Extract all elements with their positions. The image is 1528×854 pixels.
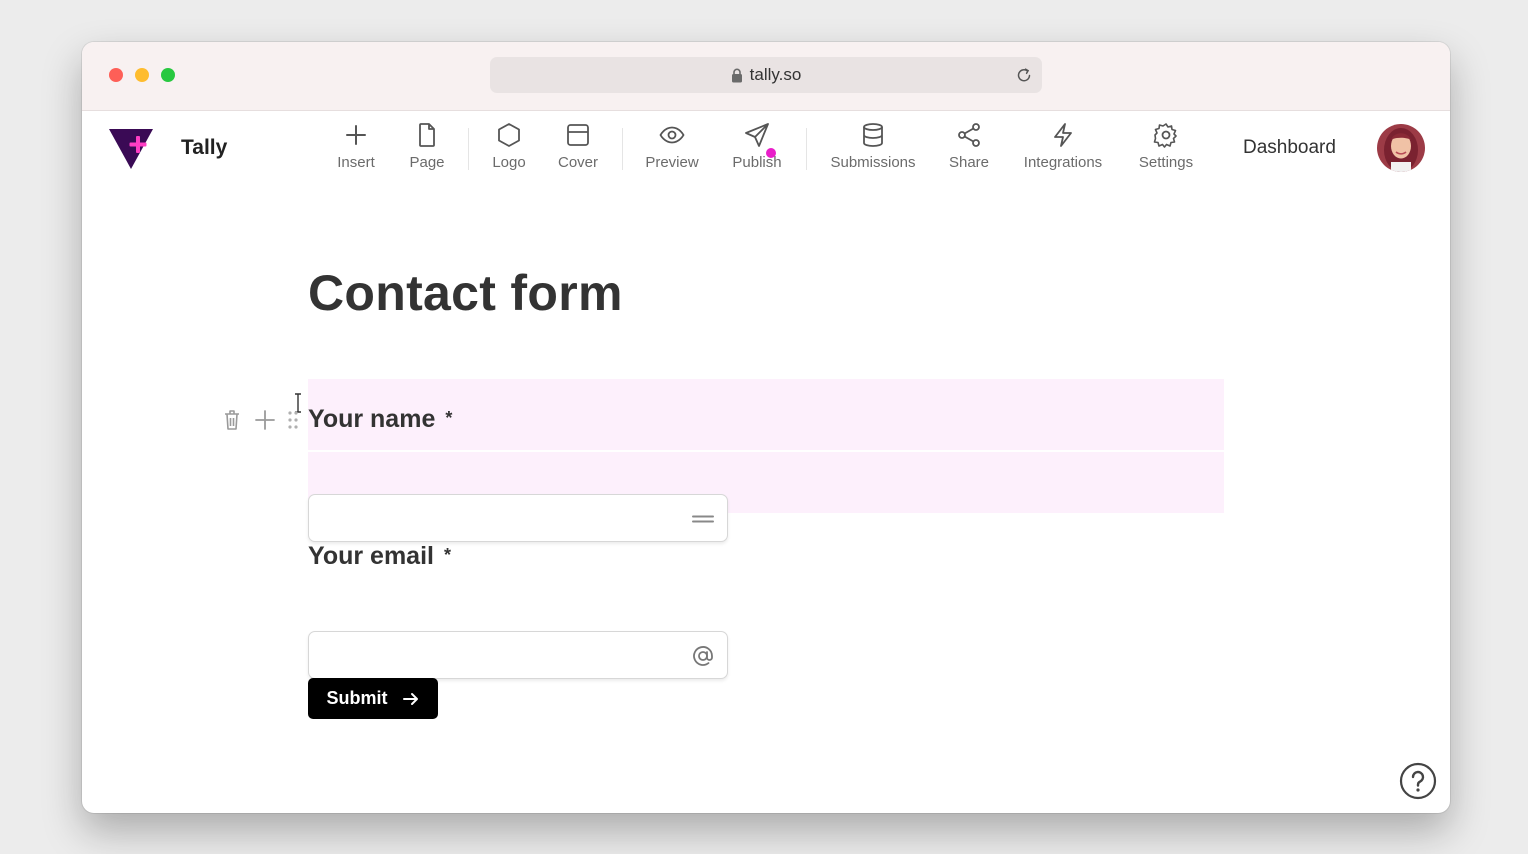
email-input[interactable]	[308, 631, 728, 679]
submissions-label: Submissions	[830, 154, 916, 171]
avatar-image	[1377, 124, 1425, 172]
cover-icon	[567, 124, 589, 146]
gear-icon	[1153, 123, 1177, 148]
cover-label: Cover	[557, 154, 598, 171]
user-avatar[interactable]	[1377, 124, 1425, 172]
url-text: tally.so	[749, 65, 802, 84]
question-label-name[interactable]: Your name *	[308, 405, 452, 434]
name-input[interactable]	[308, 494, 728, 542]
send-icon	[745, 123, 769, 147]
integrations-button[interactable]: Integrations	[1018, 122, 1108, 182]
question-email-text: Your email	[308, 542, 434, 570]
database-icon	[863, 123, 883, 147]
publish-label: Publish	[732, 154, 782, 171]
maximize-window-button[interactable]	[161, 68, 175, 82]
cover-button[interactable]: Cover	[533, 122, 623, 182]
lock-icon	[731, 68, 742, 82]
publish-button[interactable]: Publish	[712, 122, 802, 182]
help-icon[interactable]	[1399, 762, 1437, 800]
page-label: Page	[409, 154, 445, 171]
submit-label: Submit	[326, 688, 388, 708]
at-icon	[693, 646, 713, 666]
browser-titlebar: tally.so	[82, 42, 1450, 111]
share-button[interactable]: Share	[924, 122, 1014, 182]
page-icon	[419, 123, 435, 147]
required-mark: *	[445, 408, 453, 428]
settings-button[interactable]: Settings	[1121, 122, 1211, 182]
drag-handle-icon[interactable]	[286, 406, 300, 434]
settings-label: Settings	[1138, 154, 1194, 171]
toolbar-divider	[622, 128, 623, 170]
editor-toolbar: Tally Insert Page Logo Cover Preview Pub…	[82, 111, 1450, 191]
form-title[interactable]: Contact form	[308, 264, 623, 322]
form-editor: Contact form Your name * Your email * Su…	[82, 192, 1450, 813]
question-label-email[interactable]: Your email *	[308, 542, 451, 571]
eye-icon	[659, 126, 685, 144]
dashboard-link[interactable]: Dashboard	[1243, 137, 1336, 159]
close-window-button[interactable]	[109, 68, 123, 82]
hexagon-icon	[498, 123, 520, 147]
brand-name: Tally	[181, 136, 228, 159]
minimize-window-button[interactable]	[135, 68, 149, 82]
browser-window: tally.so Tally Insert Page Logo Cover Pr…	[82, 42, 1450, 813]
arrow-right-icon	[402, 692, 418, 705]
tally-logo-icon[interactable]	[107, 127, 155, 171]
reload-icon[interactable]	[1015, 66, 1033, 84]
lightning-icon	[1054, 123, 1072, 147]
toolbar-divider	[806, 128, 807, 170]
block-divider	[308, 450, 1224, 452]
preview-button[interactable]: Preview	[627, 122, 717, 182]
required-mark: *	[443, 545, 451, 565]
add-block-icon[interactable]	[253, 406, 277, 434]
question-name-text: Your name	[308, 405, 436, 433]
publish-notification-dot	[766, 148, 776, 158]
integrations-label: Integrations	[1023, 154, 1103, 171]
share-label: Share	[948, 154, 990, 171]
delete-block-icon[interactable]	[222, 406, 242, 434]
preview-label: Preview	[645, 154, 699, 171]
selected-block-highlight	[308, 379, 1224, 513]
address-bar[interactable]: tally.so	[490, 57, 1042, 93]
share-icon	[958, 123, 980, 147]
short-text-icon	[692, 515, 714, 523]
page-button[interactable]: Page	[382, 122, 472, 182]
plus-icon	[346, 125, 366, 145]
submit-button[interactable]: Submit	[308, 678, 438, 719]
submissions-button[interactable]: Submissions	[828, 122, 918, 182]
